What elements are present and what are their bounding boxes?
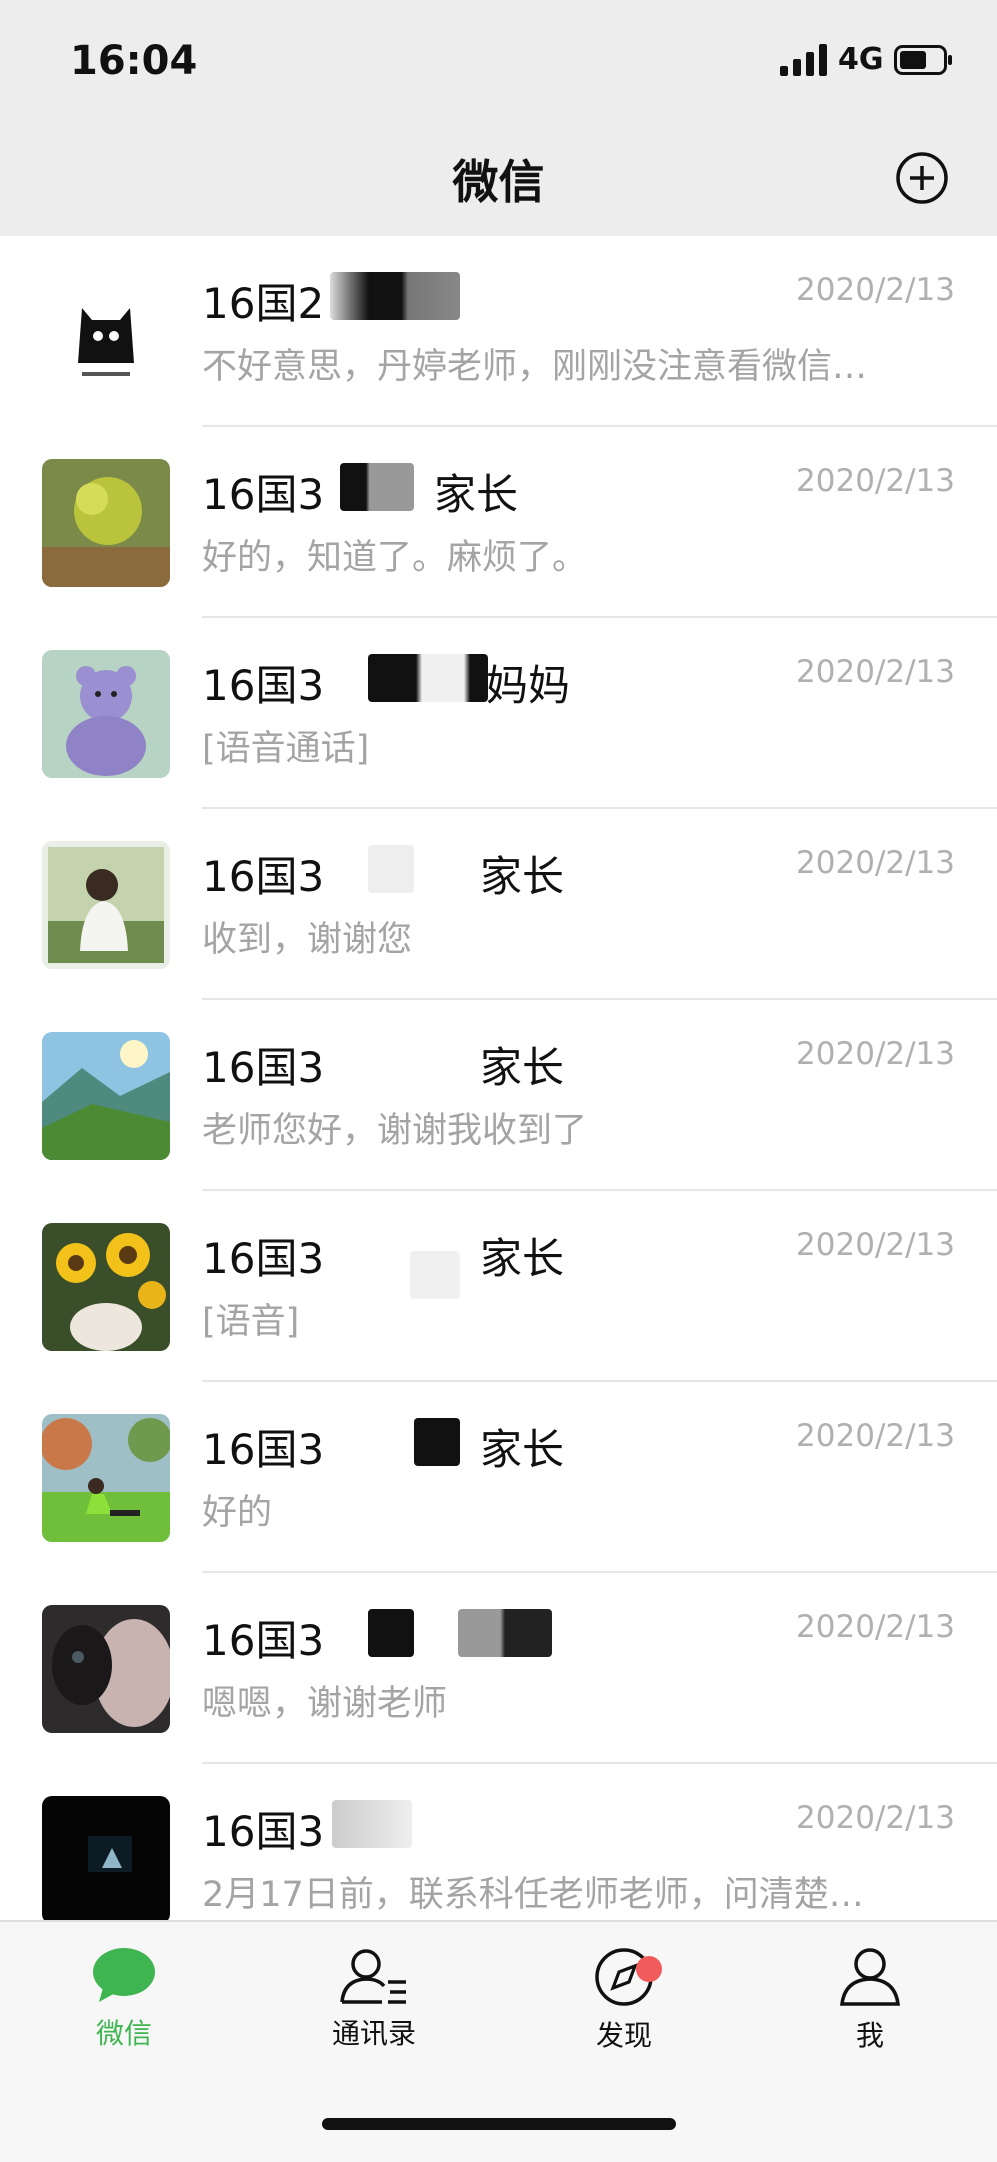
notification-badge xyxy=(636,1956,662,1982)
chat-date: 2020/2/13 xyxy=(796,654,955,690)
status-bar: 16:04 4G xyxy=(0,0,997,118)
status-time: 16:04 xyxy=(70,38,198,84)
chat-name: 16国3 xyxy=(202,1234,325,1283)
avatar[interactable] xyxy=(42,650,170,778)
avatar[interactable] xyxy=(42,1796,170,1920)
chat-name-suffix: 妈妈 xyxy=(486,661,571,710)
avatar[interactable] xyxy=(42,268,170,396)
redaction xyxy=(368,654,488,702)
battery-icon xyxy=(894,45,952,75)
chat-date: 2020/2/13 xyxy=(796,1800,955,1836)
chat-date: 2020/2/13 xyxy=(796,272,955,308)
chat-name: 16国3 xyxy=(202,1807,325,1856)
chat-name: 16国3 xyxy=(202,1425,325,1474)
chat-preview: 2月17日前，联系科任老师老师，问清楚… xyxy=(202,1875,864,1915)
tab-chats[interactable]: 微信 xyxy=(44,1946,204,2052)
redaction xyxy=(340,463,414,511)
tab-discover[interactable]: 发现 xyxy=(544,1946,704,2054)
chat-name-suffix: 家长 xyxy=(480,1043,565,1092)
chat-row[interactable]: 16国3 2020/2/13 2月17日前，联系科任老师老师，问清楚… xyxy=(0,1764,997,1920)
chat-name: 16国3 xyxy=(202,852,325,901)
person-icon xyxy=(840,1948,900,2006)
chat-date: 2020/2/13 xyxy=(796,463,955,499)
avatar[interactable] xyxy=(42,1223,170,1351)
chat-date: 2020/2/13 xyxy=(796,1036,955,1072)
chat-name: 16国3 xyxy=(202,1043,325,1092)
chat-list: 16国2 2020/2/13 不好意思，丹婷老师，刚刚没注意看微信… 16国3 … xyxy=(0,236,997,1920)
add-button[interactable] xyxy=(892,148,952,208)
chat-row[interactable]: 16国3 家长 2020/2/13 好的 xyxy=(0,1382,997,1573)
chat-preview: 嗯嗯，谢谢老师 xyxy=(202,1684,448,1724)
chat-date: 2020/2/13 xyxy=(796,1609,955,1645)
avatar[interactable] xyxy=(42,1032,170,1160)
tab-contacts[interactable]: 通讯录 xyxy=(294,1946,454,2052)
chat-name-suffix: 家长 xyxy=(480,1425,565,1474)
chat-name-suffix: 家长 xyxy=(480,1234,565,1283)
redaction xyxy=(332,1800,412,1848)
chat-preview: 好的，知道了。麻烦了。 xyxy=(202,538,588,578)
redaction xyxy=(458,1609,552,1657)
tab-label: 我 xyxy=(855,2019,884,2052)
title-bar: 微信 xyxy=(0,118,997,236)
avatar[interactable] xyxy=(42,1414,170,1542)
signal-icon xyxy=(780,44,827,76)
chat-row[interactable]: 16国3 2020/2/13 嗯嗯，谢谢老师 xyxy=(0,1573,997,1764)
chat-name: 16国2 xyxy=(202,279,325,328)
tab-me[interactable]: 我 xyxy=(790,1946,950,2054)
tab-label: 通讯录 xyxy=(331,2017,416,2050)
chat-preview: 老师您好，谢谢我收到了 xyxy=(202,1111,588,1151)
page-title: 微信 xyxy=(452,155,545,209)
redaction xyxy=(368,1609,414,1657)
chat-row[interactable]: 16国3 妈妈 2020/2/13 [语音通话] xyxy=(0,618,997,809)
chat-preview: [语音] xyxy=(202,1302,300,1342)
chat-row[interactable]: 16国3 家长 2020/2/13 好的，知道了。麻烦了。 xyxy=(0,427,997,618)
chat-name-suffix: 家长 xyxy=(480,852,565,901)
chat-row[interactable]: 16国3 家长 2020/2/13 [语音] xyxy=(0,1191,997,1382)
chat-date: 2020/2/13 xyxy=(796,845,955,881)
tab-label: 微信 xyxy=(95,2017,152,2050)
chat-preview: 收到，谢谢您 xyxy=(202,920,413,960)
chat-row[interactable]: 16国2 2020/2/13 不好意思，丹婷老师，刚刚没注意看微信… xyxy=(0,236,997,427)
chat-bubble-icon xyxy=(93,1948,155,2002)
chat-name: 16国3 xyxy=(202,661,325,710)
chat-row[interactable]: 16国3 家长 2020/2/13 收到，谢谢您 xyxy=(0,809,997,1000)
redaction xyxy=(410,1251,460,1299)
tab-label: 发现 xyxy=(595,2019,652,2052)
chat-row[interactable]: 16国3 家长 2020/2/13 老师您好，谢谢我收到了 xyxy=(0,1000,997,1191)
chat-name-suffix: 家长 xyxy=(434,470,519,519)
chat-preview: 不好意思，丹婷老师，刚刚没注意看微信… xyxy=(202,347,868,387)
redaction xyxy=(414,1418,460,1466)
contacts-icon xyxy=(340,1949,406,2004)
network-type: 4G xyxy=(838,42,884,77)
chat-name: 16国3 xyxy=(202,1616,325,1665)
home-indicator[interactable] xyxy=(322,2118,676,2130)
chat-preview: 好的 xyxy=(202,1493,273,1533)
redaction xyxy=(330,272,460,320)
chat-name: 16国3 xyxy=(202,470,325,519)
chat-preview: [语音通话] xyxy=(202,729,370,769)
avatar[interactable] xyxy=(42,1605,170,1733)
chat-date: 2020/2/13 xyxy=(796,1227,955,1263)
chat-date: 2020/2/13 xyxy=(796,1418,955,1454)
redaction xyxy=(368,845,414,893)
avatar[interactable] xyxy=(42,841,170,969)
avatar[interactable] xyxy=(42,459,170,587)
